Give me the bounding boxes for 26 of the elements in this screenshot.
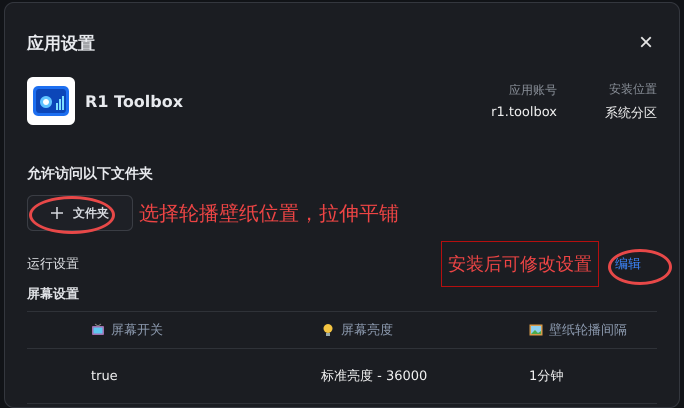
picture-icon <box>529 323 543 337</box>
section-label: 屏幕设置 <box>27 286 79 303</box>
column-header: 壁纸轮播间隔 <box>529 321 657 339</box>
meta-label: 应用账号 <box>509 82 557 99</box>
table-cell-text: true <box>91 368 119 384</box>
table-cell-text: 标准亮度 - 36000 <box>321 368 428 385</box>
app-icon <box>27 77 75 125</box>
annotation-text: 选择轮播壁纸位置，拉伸平铺 <box>139 200 399 226</box>
tv-icon <box>91 323 105 337</box>
dialog-title: 应用设置 <box>27 32 95 54</box>
lightbulb-icon <box>321 323 335 337</box>
column-header: 屏幕亮度 <box>321 321 529 339</box>
meta-label: 安装位置 <box>609 80 657 98</box>
edit-link[interactable]: 编辑 <box>607 255 657 273</box>
annotation-ellipse <box>608 249 672 285</box>
table-cell-text: 1分钟 <box>529 368 564 385</box>
add-folder-button[interactable]: 文件夹 <box>27 195 133 231</box>
meta-value: 系统分区 <box>605 104 657 122</box>
app-name: R1 Toolbox <box>85 92 184 110</box>
column-header: 屏幕开关 <box>91 321 321 339</box>
close-button[interactable]: × <box>634 31 657 55</box>
section-label: 运行设置 <box>27 256 79 273</box>
section-heading: 允许访问以下文件夹 <box>27 165 154 183</box>
plus-icon <box>51 207 63 219</box>
annotation-callout: 安装后可修改设置 <box>441 241 599 287</box>
meta-value: r1.toolbox <box>491 105 557 120</box>
